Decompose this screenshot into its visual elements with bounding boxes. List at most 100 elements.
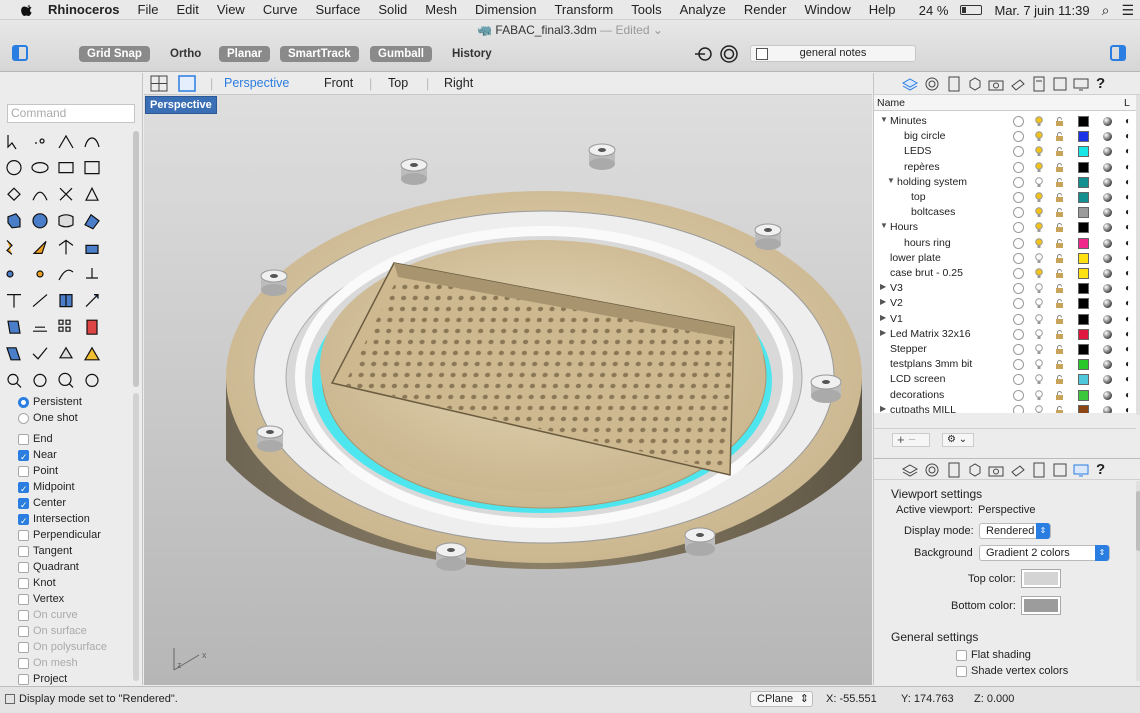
tool-button[interactable]: [58, 372, 74, 388]
history-button[interactable]: History: [452, 46, 492, 62]
materials-icon[interactable]: [1010, 462, 1026, 478]
menu-tools[interactable]: Tools: [631, 2, 661, 17]
tool-button[interactable]: [84, 213, 100, 230]
layer-color-swatch[interactable]: [1078, 146, 1089, 158]
layer-row[interactable]: ▶ V1 ◐: [874, 312, 1136, 327]
tool-button[interactable]: [32, 213, 48, 229]
layers-header-name[interactable]: Name: [877, 97, 905, 109]
print-color-icon[interactable]: ◐: [1125, 207, 1131, 218]
material-ball-icon[interactable]: [1103, 314, 1112, 324]
current-layer-radio-icon[interactable]: [1013, 389, 1024, 401]
expand-right-icon[interactable]: ▶: [880, 297, 886, 306]
single-viewport-icon[interactable]: [178, 75, 196, 92]
lock-icon[interactable]: [1055, 375, 1064, 385]
current-layer-radio-icon[interactable]: [1013, 146, 1024, 158]
layer-row[interactable]: ▼ Hours ◐: [874, 220, 1136, 235]
properties-icon[interactable]: [946, 76, 962, 92]
tool-button[interactable]: [7, 373, 22, 388]
menu-mesh[interactable]: Mesh: [425, 2, 457, 17]
tool-button[interactable]: [86, 268, 98, 279]
tool-button[interactable]: [6, 160, 22, 176]
layer-options-gear-icon[interactable]: ⚙ ⌄: [942, 433, 974, 447]
layer-row[interactable]: repères ◐: [874, 160, 1136, 175]
print-color-icon[interactable]: ◐: [1125, 298, 1131, 309]
layer-color-swatch[interactable]: [1078, 207, 1089, 219]
expand-down-icon[interactable]: ▼: [887, 176, 895, 185]
camera-icon[interactable]: [988, 462, 1004, 478]
material-ball-icon[interactable]: [1103, 345, 1112, 354]
current-layer-radio-icon[interactable]: [1013, 359, 1024, 371]
menu-render[interactable]: Render: [744, 2, 787, 17]
tool-button[interactable]: [7, 213, 21, 229]
bulb-icon[interactable]: [1035, 344, 1043, 355]
osnap-perpendicular[interactable]: Perpendicular: [18, 528, 101, 542]
menu-edit[interactable]: Edit: [176, 2, 198, 17]
lock-icon[interactable]: [1055, 208, 1064, 218]
document-icon-tab[interactable]: [1052, 462, 1068, 478]
current-layer-radio-icon[interactable]: [1013, 344, 1024, 355]
tab-right[interactable]: Right: [444, 76, 473, 90]
toolbox-scrollbar[interactable]: [133, 131, 139, 387]
viewport-props-icon[interactable]: [1073, 462, 1089, 478]
material-ball-icon[interactable]: [1103, 299, 1112, 309]
osnap-near[interactable]: Near: [18, 448, 57, 464]
material-ball-icon[interactable]: [1103, 162, 1112, 172]
object-icon[interactable]: [967, 462, 983, 478]
material-ball-icon[interactable]: [1103, 177, 1112, 187]
toggle-left-sidebar-icon[interactable]: [12, 45, 28, 61]
tool-button[interactable]: [84, 137, 100, 148]
current-layer-radio-icon[interactable]: [1013, 313, 1024, 325]
osnap-project[interactable]: Project: [18, 672, 67, 686]
planar-button[interactable]: Planar: [219, 46, 271, 62]
bulb-icon[interactable]: [1035, 328, 1043, 340]
layer-row[interactable]: ▶ Led Matrix 32x16 ◐: [874, 327, 1136, 342]
tab-perspective[interactable]: Perspective: [224, 76, 289, 90]
print-color-icon[interactable]: ◐: [1125, 405, 1131, 413]
current-layer-radio-icon[interactable]: [1013, 298, 1024, 310]
object-snap-icon[interactable]: [695, 45, 713, 63]
tool-button[interactable]: [32, 347, 48, 360]
layer-color-swatch[interactable]: [1078, 161, 1089, 173]
rendered-model[interactable]: x z: [144, 95, 872, 685]
lock-icon[interactable]: [1055, 390, 1064, 400]
help-icon[interactable]: ?: [1096, 461, 1105, 478]
status-expand-icon[interactable]: [5, 694, 15, 704]
osnap-vertex[interactable]: Vertex: [18, 592, 64, 606]
print-color-icon[interactable]: ◐: [1125, 162, 1131, 173]
current-layer-radio-icon[interactable]: [1013, 161, 1024, 173]
tool-button[interactable]: [32, 294, 48, 308]
layer-color-swatch[interactable]: [1078, 131, 1089, 143]
print-color-icon[interactable]: ◐: [1125, 116, 1131, 127]
layer-color-swatch[interactable]: [1078, 298, 1089, 310]
bulb-icon[interactable]: [1035, 374, 1043, 385]
layer-row[interactable]: big circle ◐: [874, 129, 1136, 144]
menu-surface[interactable]: Surface: [316, 2, 361, 17]
expand-right-icon[interactable]: ▶: [880, 313, 886, 322]
command-input[interactable]: Command: [7, 104, 135, 123]
smarttrack-button[interactable]: SmartTrack: [280, 46, 359, 62]
osnap-on-polysurface[interactable]: On polysurface: [18, 640, 107, 654]
osnap-on-mesh[interactable]: On mesh: [18, 656, 78, 670]
top-color-button[interactable]: [1021, 569, 1061, 588]
print-color-icon[interactable]: ◐: [1125, 344, 1131, 355]
osnap-one-shot[interactable]: One shot: [18, 411, 78, 425]
layer-color-swatch[interactable]: [1078, 344, 1089, 355]
search-icon[interactable]: ⌕: [1102, 2, 1110, 19]
bulb-icon[interactable]: [1035, 207, 1043, 218]
tool-button[interactable]: [32, 240, 47, 255]
osnap-persistent[interactable]: Persistent: [18, 395, 82, 409]
print-color-icon[interactable]: ◐: [1125, 238, 1131, 249]
expand-right-icon[interactable]: ▶: [880, 328, 886, 337]
layer-row[interactable]: case brut - 0.25 ◐: [874, 266, 1136, 281]
lock-icon[interactable]: [1055, 193, 1064, 202]
layer-color-swatch[interactable]: [1078, 313, 1089, 325]
bulb-icon[interactable]: [1035, 176, 1043, 188]
lock-icon[interactable]: [1055, 360, 1064, 370]
current-layer-radio-icon[interactable]: [1013, 116, 1024, 127]
tool-button[interactable]: [59, 294, 73, 308]
material-ball-icon[interactable]: [1103, 238, 1112, 248]
bulb-icon[interactable]: [1035, 298, 1043, 309]
lock-icon[interactable]: [1055, 132, 1064, 142]
tool-button[interactable]: [7, 187, 21, 202]
osnap-midpoint[interactable]: Midpoint: [18, 480, 75, 496]
